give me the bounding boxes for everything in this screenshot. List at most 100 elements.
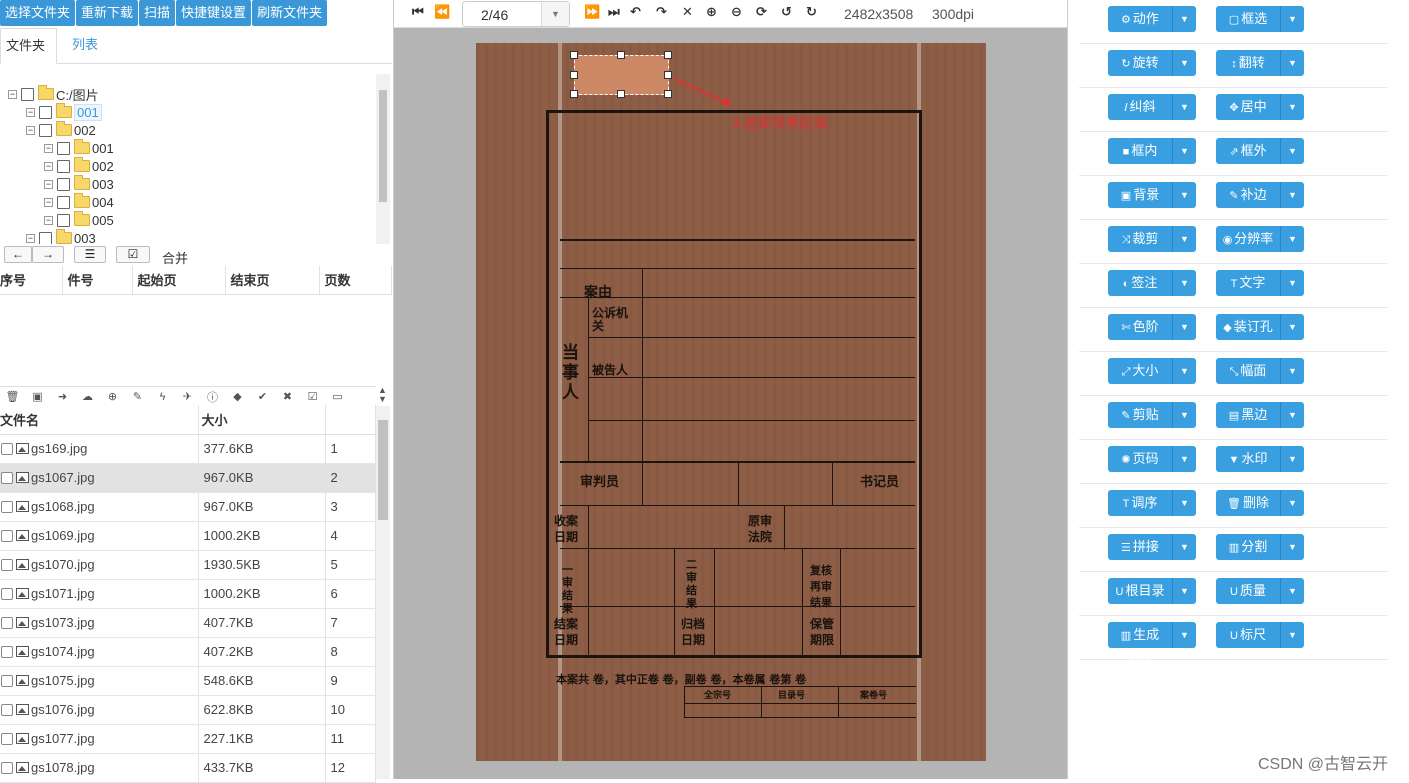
tool-button[interactable]: ⤢ 大小 — [1108, 358, 1172, 384]
chevron-down-icon[interactable]: ▼ — [541, 2, 569, 26]
grid-header-start-page[interactable]: 起始页 — [132, 266, 226, 295]
check-icon[interactable]: ✔ — [250, 390, 275, 403]
undo-icon[interactable]: ↶ — [630, 4, 641, 20]
refresh-folder-button[interactable]: 刷新文件夹 — [252, 0, 328, 26]
row-checkbox[interactable] — [1, 646, 13, 658]
check-square-icon[interactable]: ☑ — [300, 390, 325, 403]
grid-header-index[interactable]: 序号 — [0, 266, 63, 295]
caret-down-icon[interactable]: ▼ — [1280, 358, 1304, 384]
zoom-in-icon[interactable]: ⊕ — [706, 4, 717, 20]
caret-down-icon[interactable]: ▼ — [1280, 402, 1304, 428]
caret-down-icon[interactable]: ▼ — [1280, 314, 1304, 340]
caret-down-icon[interactable]: ▼ — [1172, 94, 1196, 120]
row-checkbox[interactable] — [1, 588, 13, 600]
arrow-right-icon[interactable]: → — [32, 246, 64, 263]
row-checkbox[interactable] — [1, 762, 13, 774]
tool-button[interactable]: ▣ 背景 — [1108, 182, 1172, 208]
sort-icon[interactable]: ▲ ▼ — [378, 386, 387, 404]
caret-down-icon[interactable]: ▼ — [1172, 402, 1196, 428]
file-header-name[interactable]: 文件名 — [0, 405, 199, 435]
table-row[interactable]: gs1069.jpg 1000.2KB 4 — [0, 521, 376, 551]
caret-down-icon[interactable]: ▼ — [1280, 534, 1304, 560]
file-scrollbar[interactable] — [376, 406, 390, 779]
rotate-right-icon[interactable]: ↻ — [806, 4, 817, 20]
row-checkbox[interactable] — [1, 443, 13, 455]
tree-checkbox[interactable] — [39, 123, 52, 137]
prev-page-icon[interactable]: ⏪ — [434, 4, 450, 20]
caret-down-icon[interactable]: ▼ — [1280, 446, 1304, 472]
merge-label[interactable]: 合并 — [162, 248, 188, 267]
tool-button[interactable]: ⚙ 动作 — [1108, 6, 1172, 32]
row-checkbox[interactable] — [1, 501, 13, 513]
caret-down-icon[interactable]: ▼ — [1172, 138, 1196, 164]
tree-node[interactable]: − 005 — [44, 211, 114, 229]
selection-box[interactable] — [574, 55, 669, 95]
folder-open-icon[interactable]: ▭ — [325, 390, 350, 403]
scan-button[interactable]: 扫描 — [139, 0, 176, 26]
table-row[interactable]: gs1076.jpg 622.8KB 10 — [0, 695, 376, 725]
tree-checkbox[interactable] — [39, 231, 52, 244]
tool-button[interactable]: ▥ 生成PD — [1108, 622, 1172, 669]
tool-button[interactable]: ▤ 黑边 — [1216, 402, 1280, 428]
tool-button[interactable]: ◐ 签注 — [1108, 270, 1172, 296]
tree-node-root[interactable]: − C:/图片 — [8, 85, 99, 103]
caret-down-icon[interactable]: ▼ — [1280, 490, 1304, 516]
tree-checkbox[interactable] — [57, 213, 70, 227]
row-checkbox[interactable] — [1, 530, 13, 542]
caret-down-icon[interactable]: ▼ — [1280, 50, 1304, 76]
tool-button[interactable]: 𝐼 纠斜 — [1108, 94, 1172, 120]
collapse-icon[interactable]: − — [44, 179, 53, 189]
tool-button[interactable]: ◆ 装订孔 — [1216, 314, 1280, 340]
collapse-icon[interactable]: − — [44, 197, 53, 207]
tree-node[interactable]: − 004 — [44, 193, 114, 211]
caret-down-icon[interactable]: ▼ — [1172, 622, 1196, 648]
tool-button[interactable]: ✎ 补边 — [1216, 182, 1280, 208]
tool-button[interactable]: ✎ 剪贴 — [1108, 402, 1172, 428]
caret-down-icon[interactable]: ▼ — [1172, 358, 1196, 384]
caret-down-icon[interactable]: ▼ — [1280, 226, 1304, 252]
sign-in-icon[interactable]: ➜ — [50, 390, 75, 403]
tree-node[interactable]: − 002 — [44, 157, 114, 175]
tree-checkbox[interactable] — [21, 87, 34, 101]
tool-button[interactable]: ✥ 居中 — [1216, 94, 1280, 120]
save-icon[interactable]: ▣ — [25, 390, 50, 403]
caret-down-icon[interactable]: ▼ — [1172, 50, 1196, 76]
caret-down-icon[interactable]: ▼ — [1172, 490, 1196, 516]
redownload-button[interactable]: 重新下载 — [76, 0, 139, 26]
caret-down-icon[interactable]: ▼ — [1280, 94, 1304, 120]
edit-icon[interactable]: ✎ — [125, 390, 150, 403]
collapse-icon[interactable]: − — [26, 125, 35, 135]
table-row[interactable]: gs1070.jpg 1930.5KB 5 — [0, 550, 376, 580]
table-row-selected[interactable]: gs1067.jpg 967.0KB 2 — [0, 463, 376, 493]
tree-node[interactable]: − 003 — [26, 229, 96, 244]
resize-handle[interactable] — [570, 51, 578, 59]
page-selector[interactable]: 2/46 ▼ — [462, 1, 570, 27]
tool-button[interactable]: ▢ 框选 — [1216, 6, 1280, 32]
select-folder-button[interactable]: 选择文件夹 — [0, 0, 76, 26]
table-row[interactable]: gs169.jpg 377.6KB 1 — [0, 434, 376, 464]
caret-down-icon[interactable]: ▼ — [1280, 138, 1304, 164]
grid-header-end-page[interactable]: 结束页 — [225, 266, 320, 295]
redo-icon[interactable]: ↷ — [656, 4, 667, 20]
caret-down-icon[interactable]: ▼ — [1172, 314, 1196, 340]
collapse-icon[interactable]: − — [8, 89, 17, 99]
tool-button[interactable]: ■ 框内 — [1108, 138, 1172, 164]
next-page-icon[interactable]: ⏩ — [584, 4, 600, 20]
tool-button[interactable]: T 调序 — [1108, 490, 1172, 516]
resize-handle[interactable] — [617, 90, 625, 98]
tree-checkbox[interactable] — [57, 159, 70, 173]
tool-button[interactable]: T 文字 — [1216, 270, 1280, 296]
table-row[interactable]: gs1075.jpg 548.6KB 9 — [0, 666, 376, 696]
arrow-left-icon[interactable]: ← — [4, 246, 32, 263]
caret-down-icon[interactable]: ▼ — [1172, 578, 1196, 604]
tab-list[interactable]: 列表 — [67, 28, 103, 64]
tool-button[interactable]: ✄ 色阶 — [1108, 314, 1172, 340]
tree-node[interactable]: − 001 — [26, 103, 102, 121]
caret-down-icon[interactable]: ▼ — [1172, 6, 1196, 32]
tree-checkbox[interactable] — [57, 141, 70, 155]
tool-button[interactable]: ☰ 拼接 — [1108, 534, 1172, 560]
tool-button[interactable]: U 根目录 — [1108, 578, 1172, 604]
refresh-icon[interactable]: ⟳ — [756, 4, 767, 20]
table-row[interactable]: gs1074.jpg 407.2KB 8 — [0, 637, 376, 667]
info-icon[interactable]: ⓘ — [200, 389, 225, 405]
